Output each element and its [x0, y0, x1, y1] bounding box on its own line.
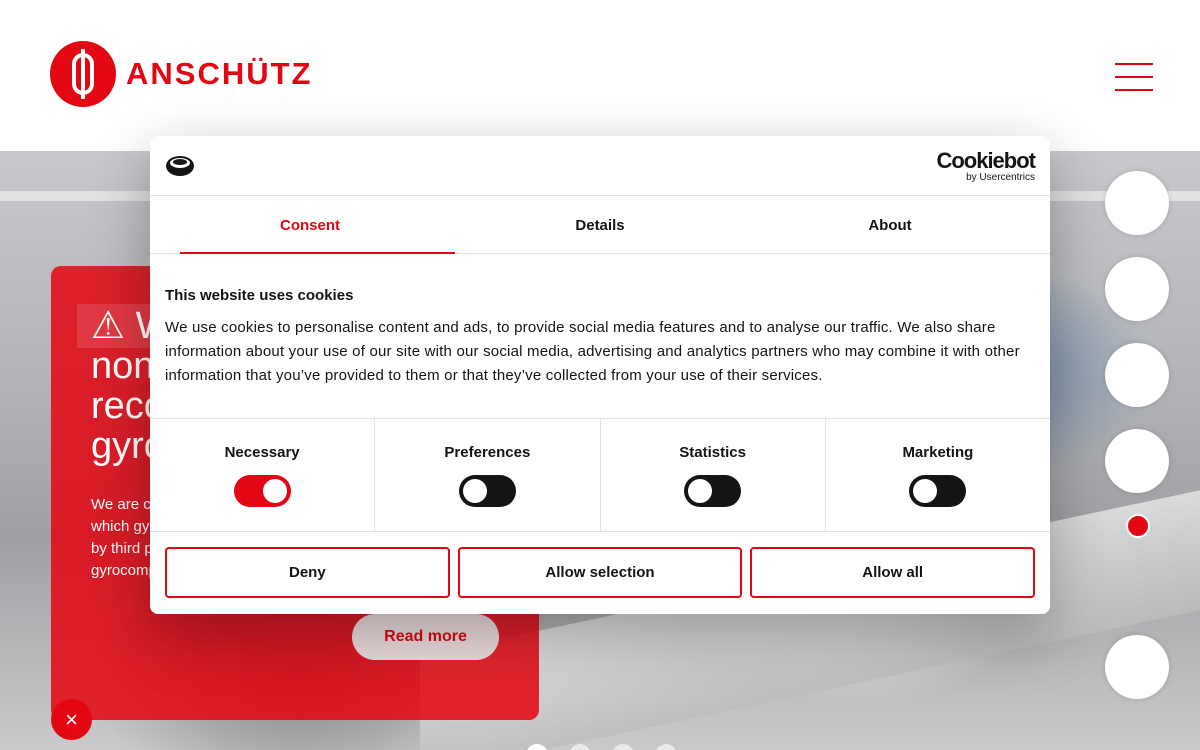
- site-header: ANSCHÜTZ: [0, 0, 1200, 151]
- side-nav-active-dot[interactable]: [1126, 514, 1150, 538]
- logo-wordmark: ANSCHÜTZ: [126, 56, 313, 91]
- category-statistics: Statistics: [601, 419, 826, 531]
- toggle-label: Preferences: [444, 444, 531, 461]
- side-nav-circle[interactable]: [1105, 343, 1169, 407]
- slider-dot[interactable]: [655, 744, 677, 750]
- read-more-button[interactable]: Read more: [352, 614, 499, 660]
- dialog-heading: This website uses cookies: [165, 287, 354, 304]
- category-preferences: Preferences: [375, 419, 601, 531]
- side-nav-circle[interactable]: [1105, 635, 1169, 699]
- dialog-description: We use cookies to personalise content an…: [165, 319, 1020, 384]
- category-marketing: Marketing: [826, 419, 1050, 531]
- cookie-icon: [166, 156, 194, 176]
- statistics-toggle[interactable]: [684, 475, 742, 507]
- allow-all-button[interactable]: Allow all: [750, 547, 1036, 598]
- side-nav-circle[interactable]: [1105, 429, 1169, 493]
- slider-pagination: [526, 744, 677, 750]
- tab-about[interactable]: About: [745, 197, 1035, 253]
- cookiebot-name: Cookiebot: [936, 148, 1036, 173]
- hamburger-menu-icon[interactable]: [1115, 62, 1153, 92]
- tab-consent[interactable]: Consent: [165, 197, 455, 254]
- slider-dot[interactable]: [612, 744, 634, 750]
- category-necessary: Necessary: [150, 419, 376, 531]
- preferences-toggle[interactable]: [458, 475, 516, 507]
- logo-mark-icon: [50, 41, 116, 107]
- necessary-toggle[interactable]: [233, 475, 291, 507]
- allow-selection-button[interactable]: Allow selection: [457, 547, 743, 598]
- marketing-toggle[interactable]: [909, 475, 967, 507]
- cookie-category-toggles: Necessary Preferences Statistics Marketi…: [150, 418, 1050, 532]
- slider-dot[interactable]: [569, 744, 591, 750]
- cookiebot-logo[interactable]: Cookiebot by Usercentrics: [936, 148, 1036, 184]
- slider-dot[interactable]: [526, 744, 548, 750]
- tab-details[interactable]: Details: [455, 197, 745, 253]
- deny-button[interactable]: Deny: [165, 547, 450, 598]
- dialog-header: Cookiebot by Usercentrics: [150, 136, 1050, 196]
- cookie-consent-dialog: Cookiebot by Usercentrics Consent Detail…: [150, 136, 1050, 614]
- side-nav-circle[interactable]: [1105, 257, 1169, 321]
- toggle-label: Statistics: [679, 444, 746, 461]
- close-icon[interactable]: ×: [51, 699, 92, 740]
- anschutz-logo[interactable]: ANSCHÜTZ: [50, 41, 313, 107]
- dialog-tabs: Consent Details About: [150, 197, 1050, 254]
- toggle-label: Marketing: [902, 444, 974, 461]
- cookiebot-byline: by Usercentrics: [966, 172, 1035, 183]
- consent-buttons: Deny Allow selection Allow all: [165, 547, 1036, 598]
- side-nav-circle[interactable]: [1105, 171, 1169, 235]
- toggle-label: Necessary: [224, 444, 300, 461]
